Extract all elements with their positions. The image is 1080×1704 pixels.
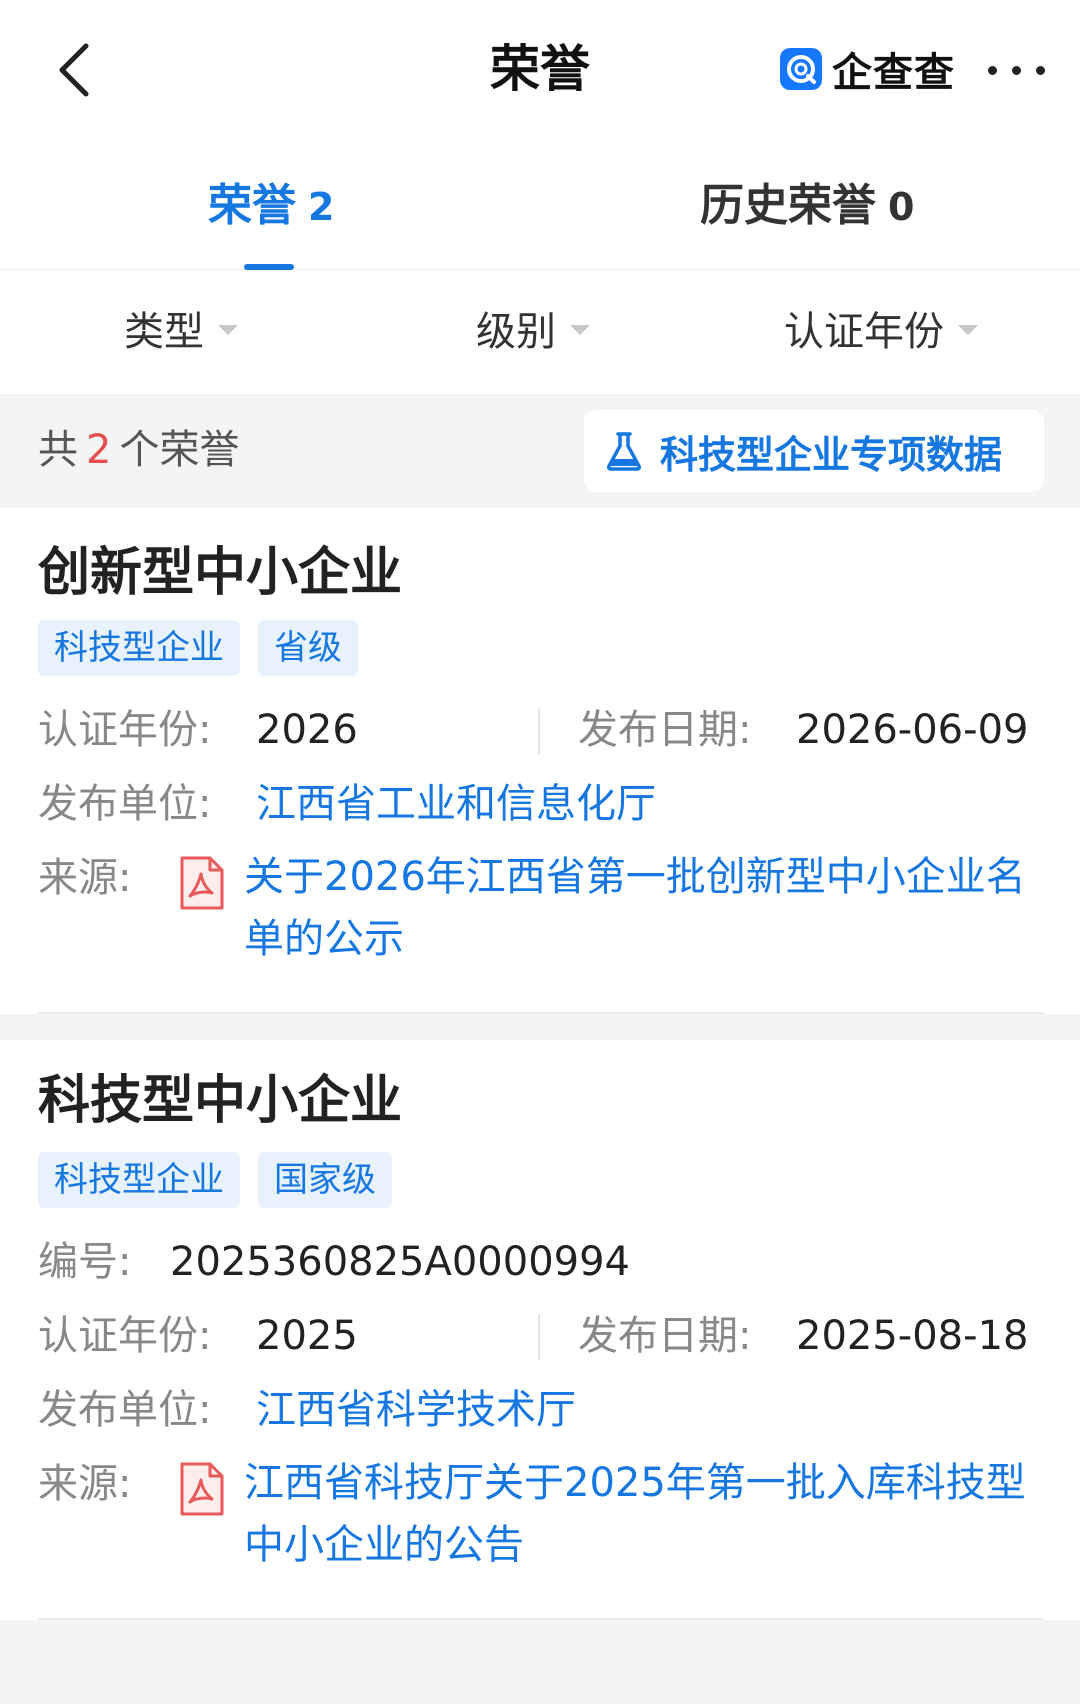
filter-type[interactable]: 类型 xyxy=(124,300,238,364)
flask-icon xyxy=(607,432,641,471)
issuer-label: 发布单位: xyxy=(38,781,212,827)
summary-prefix: 共 xyxy=(38,427,78,473)
filter-cert-year[interactable]: 认证年份 xyxy=(784,300,978,364)
cert-year-label: 认证年份: xyxy=(38,1313,212,1359)
source-document-link[interactable]: 关于2026年江西省第一批创新型中小企业名单的公示 xyxy=(244,846,1044,970)
source-label: 来源: xyxy=(38,855,132,901)
filter-year-label: 认证年份 xyxy=(784,309,944,355)
source-document-link[interactable]: 江西省科技厅关于2025年第一批入库科技型中小企业的公告 xyxy=(244,1452,1044,1576)
tab-history-label: 历史荣誉 xyxy=(700,180,876,231)
filter-bar: 类型 级别 认证年份 xyxy=(0,270,1080,394)
tab-honors[interactable]: 荣誉 2 xyxy=(208,174,334,238)
caret-down-icon xyxy=(570,325,590,335)
summary-suffix: 个荣誉 xyxy=(119,427,240,473)
brand-name: 企查查 xyxy=(832,50,955,96)
cert-year-value: 2025 xyxy=(256,1313,358,1359)
publish-date-label: 发布日期: xyxy=(578,1313,752,1359)
publish-date-label: 发布日期: xyxy=(578,707,752,753)
tech-enterprise-data-button[interactable]: 科技型企业专项数据 xyxy=(584,410,1044,492)
tab-history-count: 0 xyxy=(888,185,915,229)
number-label: 编号: xyxy=(38,1239,132,1285)
caret-down-icon xyxy=(218,325,238,335)
cert-year-label: 认证年份: xyxy=(38,707,212,753)
honor-title: 创新型中小企业 xyxy=(38,543,403,603)
top-bar: 荣誉 企查查 xyxy=(0,0,1080,140)
honor-tag: 科技型企业 xyxy=(38,620,240,676)
honor-count-text: 共 2 个荣誉 xyxy=(38,420,239,480)
honor-card: 科技型中小企业 科技型企业 国家级 编号: 2025360825A0000994… xyxy=(0,1040,1080,1620)
tab-honors-label: 荣誉 xyxy=(208,180,296,231)
honor-tag: 国家级 xyxy=(258,1152,392,1208)
honor-title: 科技型中小企业 xyxy=(38,1071,403,1131)
issuer-link[interactable]: 江西省科学技术厅 xyxy=(256,1382,576,1438)
summary-bar: 共 2 个荣誉 科技型企业专项数据 xyxy=(0,394,1080,508)
issuer-link[interactable]: 江西省工业和信息化厅 xyxy=(256,776,656,832)
honor-card: 创新型中小企业 科技型企业 省级 认证年份: 2026 发布日期: 2026-0… xyxy=(0,508,1080,1014)
tab-honors-count: 2 xyxy=(308,185,335,229)
tab-bar: 荣誉 2 历史荣誉 0 xyxy=(0,140,1080,270)
pdf-icon xyxy=(180,856,224,910)
card-divider xyxy=(38,1012,1044,1014)
filter-level[interactable]: 级别 xyxy=(476,300,590,364)
filter-level-label: 级别 xyxy=(476,309,556,355)
more-options-button[interactable] xyxy=(984,44,1054,94)
honor-count: 2 xyxy=(86,427,112,473)
tab-history-honors[interactable]: 历史荣誉 0 xyxy=(700,174,914,238)
publish-date-value: 2025-08-18 xyxy=(796,1313,1029,1359)
cert-year-value: 2026 xyxy=(256,707,358,753)
field-divider xyxy=(538,708,540,754)
caret-down-icon xyxy=(958,325,978,335)
issuer-label: 发布单位: xyxy=(38,1387,212,1433)
number-value: 2025360825A0000994 xyxy=(170,1239,630,1285)
tech-enterprise-data-label: 科技型企业专项数据 xyxy=(660,432,1003,477)
brand: 企查查 xyxy=(780,44,955,96)
brand-logo-icon xyxy=(780,48,822,90)
honor-tag: 科技型企业 xyxy=(38,1152,240,1208)
filter-type-label: 类型 xyxy=(124,309,204,355)
publish-date-value: 2026-06-09 xyxy=(796,707,1029,753)
source-label: 来源: xyxy=(38,1461,132,1507)
card-divider xyxy=(38,1618,1044,1620)
honor-tag: 省级 xyxy=(258,620,358,676)
pdf-icon xyxy=(180,1462,224,1516)
field-divider xyxy=(538,1314,540,1360)
